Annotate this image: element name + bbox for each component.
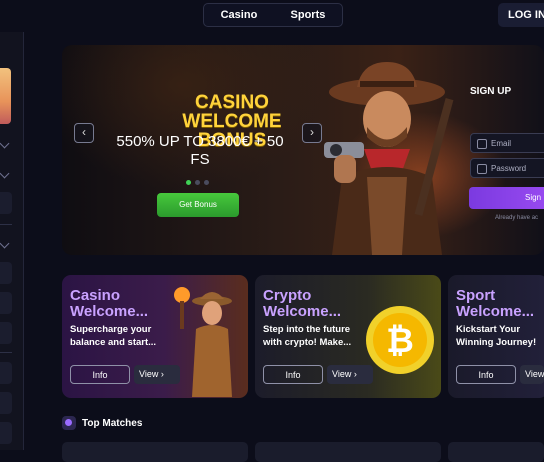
- slide-dot[interactable]: [204, 180, 209, 185]
- card-title-line: Welcome...: [456, 303, 535, 320]
- sidebar-item[interactable]: [0, 292, 12, 314]
- slide-indicator: [186, 180, 209, 185]
- match-card[interactable]: [255, 442, 441, 462]
- card-title: Casino Welcome...: [70, 288, 148, 320]
- card-description: Kickstart Your Winning Journey!: [456, 324, 537, 348]
- info-button[interactable]: Info: [70, 365, 130, 384]
- bitcoin-coin-icon: ₿: [366, 306, 434, 374]
- email-placeholder: Email: [491, 139, 512, 148]
- view-button[interactable]: View ›: [327, 365, 373, 384]
- signup-button[interactable]: Sign: [469, 187, 544, 209]
- prev-slide-arrow-icon[interactable]: ‹: [74, 123, 94, 143]
- card-description: Step into the future with crypto! Make..…: [263, 324, 352, 348]
- top-matches-header: Top Matches: [62, 416, 142, 430]
- sidebar-divider: [0, 224, 12, 225]
- match-card[interactable]: [62, 442, 248, 462]
- explorer-illustration: [174, 287, 232, 397]
- get-bonus-button[interactable]: Get Bonus: [157, 193, 239, 217]
- tab-casino[interactable]: Casino: [221, 9, 258, 21]
- card-title-line: Welcome...: [263, 303, 342, 320]
- sidebar-item[interactable]: [0, 262, 12, 284]
- chevron-down-icon[interactable]: [0, 168, 10, 179]
- email-icon: [477, 139, 487, 149]
- sidebar-item[interactable]: [0, 392, 12, 414]
- sidebar: [0, 32, 24, 450]
- card-title-line: Welcome...: [70, 303, 149, 320]
- ball-icon: [62, 416, 76, 430]
- cowboy-illustration: [324, 62, 454, 255]
- promo-card-crypto[interactable]: Crypto Welcome... Step into the future w…: [255, 275, 441, 398]
- card-description: Supercharge your balance and start...: [70, 324, 157, 348]
- slide-dot[interactable]: [186, 180, 191, 185]
- match-card[interactable]: [448, 442, 544, 462]
- sidebar-promo-thumbnail[interactable]: [0, 68, 11, 124]
- email-field[interactable]: Email: [470, 133, 544, 153]
- chevron-down-icon[interactable]: [0, 138, 10, 149]
- sidebar-item[interactable]: [0, 192, 12, 214]
- password-placeholder: Password: [491, 164, 527, 173]
- promo-card-casino[interactable]: Casino Welcome... Supercharge your balan…: [62, 275, 248, 398]
- sidebar-item[interactable]: [0, 422, 12, 444]
- sidebar-divider: [0, 352, 12, 353]
- lock-icon: [477, 164, 487, 174]
- signup-title: SIGN UP: [470, 86, 512, 97]
- hero-subtitle: 550% UP TO 3800€ + 50 FS: [116, 133, 284, 168]
- top-bar: Casino Sports LOG IN: [0, 0, 544, 32]
- have-account-link[interactable]: Already have ac: [495, 215, 538, 221]
- card-title-line: Casino: [70, 287, 121, 304]
- card-title-line: Crypto: [263, 287, 312, 304]
- info-button[interactable]: Info: [456, 365, 516, 384]
- section-tabs: Casino Sports: [203, 3, 343, 27]
- slide-dot[interactable]: [195, 180, 200, 185]
- card-title: Sport Welcome...: [456, 288, 534, 320]
- password-field[interactable]: Password: [470, 158, 544, 178]
- view-button[interactable]: View ›: [134, 365, 180, 384]
- card-title-line: Sport: [456, 287, 496, 304]
- svg-text:₿: ₿: [386, 322, 414, 360]
- login-button[interactable]: LOG IN: [498, 3, 544, 27]
- info-button[interactable]: Info: [263, 365, 323, 384]
- sidebar-item[interactable]: [0, 362, 12, 384]
- view-button[interactable]: View: [520, 365, 544, 384]
- sidebar-item[interactable]: [0, 322, 12, 344]
- top-matches-title: Top Matches: [82, 417, 143, 429]
- promo-card-sport[interactable]: Sport Welcome... Kickstart Your Winning …: [448, 275, 544, 398]
- card-title: Crypto Welcome...: [263, 288, 341, 320]
- tab-sports[interactable]: Sports: [291, 9, 326, 21]
- chevron-down-icon[interactable]: [0, 238, 10, 249]
